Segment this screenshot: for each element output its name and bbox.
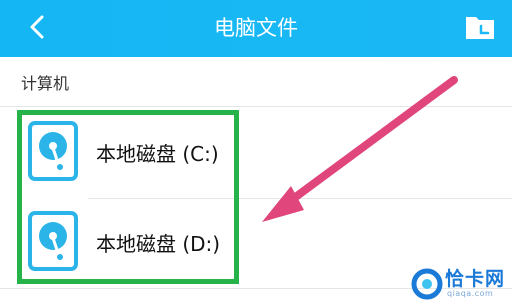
page-title: 电脑文件 xyxy=(214,16,298,40)
app-header: 电脑文件 xyxy=(0,0,512,57)
watermark-subtext: qiaqa.com xyxy=(447,289,494,298)
divider xyxy=(88,198,512,199)
folder-button[interactable] xyxy=(463,11,497,45)
disk-item-c[interactable]: 本地磁盘 (C:) xyxy=(16,110,512,198)
hard-disk-icon xyxy=(28,211,78,271)
hard-disk-icon xyxy=(28,121,78,181)
divider xyxy=(0,106,512,107)
folder-icon xyxy=(466,17,494,39)
watermark-logo-icon xyxy=(411,268,443,300)
watermark: 恰卡网 qiaqa.com xyxy=(409,262,512,306)
disk-label: 本地磁盘 (D:) xyxy=(96,232,221,256)
watermark-text: 恰卡网 xyxy=(445,268,506,290)
section-label: 计算机 xyxy=(21,74,70,93)
disk-label: 本地磁盘 (C:) xyxy=(96,142,219,166)
